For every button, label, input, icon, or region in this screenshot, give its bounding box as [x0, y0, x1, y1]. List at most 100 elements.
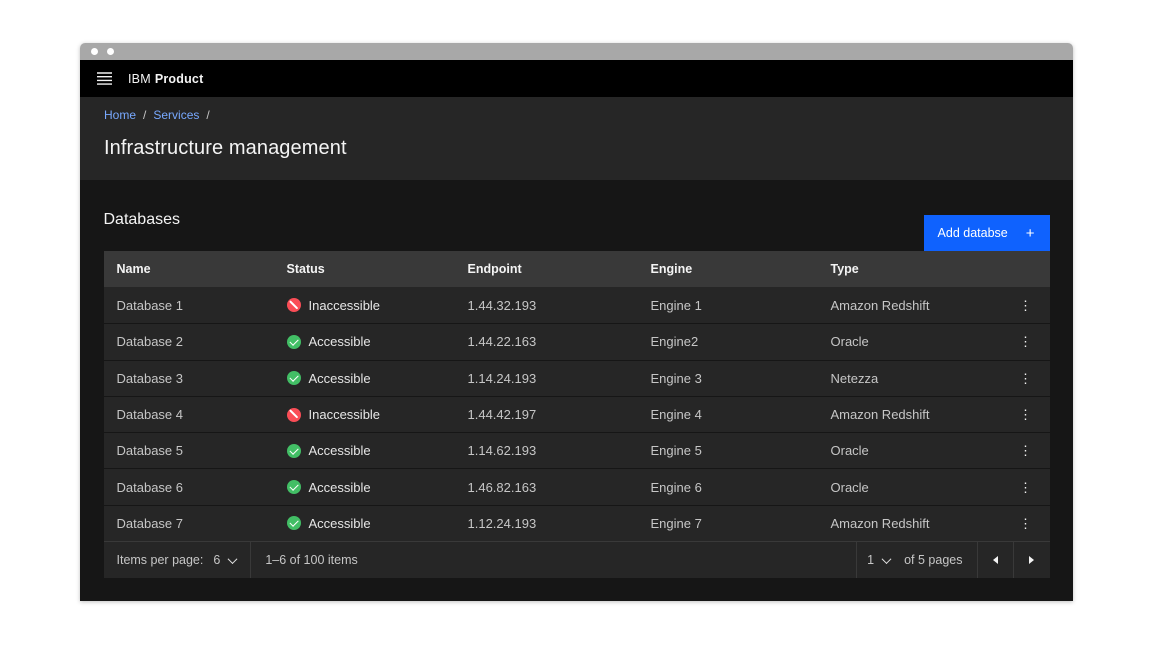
status-label: Accessible — [309, 371, 371, 386]
cell-status: Accessible — [274, 371, 455, 386]
cell-type: Netezza — [818, 371, 1002, 386]
add-database-button-label: Add databse — [938, 226, 1008, 240]
column-header-name[interactable]: Name — [104, 262, 274, 276]
breadcrumb-link-services[interactable]: Services — [153, 108, 199, 122]
overflow-menu-icon: ⋮ — [1019, 408, 1032, 421]
window-control-dot[interactable] — [91, 48, 98, 55]
page-title: Infrastructure management — [104, 137, 1049, 160]
overflow-menu-icon: ⋮ — [1019, 444, 1032, 457]
cell-engine: Engine 7 — [638, 516, 818, 531]
databases-table: Name Status Endpoint Engine Type Databas… — [104, 251, 1050, 541]
status-label: Accessible — [309, 334, 371, 349]
page-number-select[interactable]: 1 — [857, 542, 904, 578]
hamburger-menu-button[interactable] — [80, 60, 128, 97]
window-titlebar — [80, 43, 1073, 60]
misuse-icon — [287, 298, 301, 312]
row-overflow-menu-button[interactable]: ⋮ — [1002, 397, 1050, 432]
pagination-range-text: 1–6 of 100 items — [251, 553, 357, 567]
pagination-bar: Items per page: 6 1–6 of 100 items 1 of … — [104, 541, 1050, 578]
cell-endpoint: 1.14.62.193 — [455, 443, 638, 458]
items-per-page-label: Items per page: — [104, 553, 204, 567]
overflow-menu-icon: ⋮ — [1019, 372, 1032, 385]
cell-status: Accessible — [274, 516, 455, 531]
cell-status: Accessible — [274, 334, 455, 349]
table-row: Database 6 Accessible 1.46.82.163 Engine… — [104, 468, 1050, 504]
table-row: Database 5 Accessible 1.14.62.193 Engine… — [104, 432, 1050, 468]
row-overflow-menu-button[interactable]: ⋮ — [1002, 361, 1050, 396]
overflow-menu-icon: ⋮ — [1019, 335, 1032, 348]
cell-name: Database 5 — [104, 443, 274, 458]
cell-engine: Engine 5 — [638, 443, 818, 458]
breadcrumb-separator: / — [143, 108, 146, 122]
status-label: Inaccessible — [309, 407, 381, 422]
column-header-status[interactable]: Status — [274, 262, 455, 276]
checkmark-filled-icon — [287, 516, 301, 530]
page-hero: Home / Services / Infrastructure managem… — [80, 97, 1073, 180]
section-title: Databases — [104, 211, 181, 229]
cell-status: Accessible — [274, 443, 455, 458]
table-row: Database 7 Accessible 1.12.24.193 Engine… — [104, 505, 1050, 541]
row-overflow-menu-button[interactable]: ⋮ — [1002, 506, 1050, 541]
status-label: Accessible — [309, 443, 371, 458]
chevron-down-icon — [228, 554, 238, 564]
cell-name: Database 1 — [104, 298, 274, 313]
cell-endpoint: 1.44.22.163 — [455, 334, 638, 349]
table-header-row: Name Status Endpoint Engine Type — [104, 251, 1050, 287]
main-content: Databases Add databse + Name Status Endp… — [80, 180, 1073, 601]
cell-type: Amazon Redshift — [818, 407, 1002, 422]
cell-type: Amazon Redshift — [818, 298, 1002, 313]
brand-prefix: IBM — [128, 72, 151, 86]
row-overflow-menu-button[interactable]: ⋮ — [1002, 433, 1050, 468]
overflow-menu-icon: ⋮ — [1019, 517, 1032, 530]
app-header: IBM Product — [80, 60, 1073, 97]
table-row: Database 1 Inaccessible 1.44.32.193 Engi… — [104, 287, 1050, 323]
brand-name: Product — [155, 72, 204, 86]
cell-endpoint: 1.12.24.193 — [455, 516, 638, 531]
cell-name: Database 2 — [104, 334, 274, 349]
table-row: Database 3 Accessible 1.14.24.193 Engine… — [104, 360, 1050, 396]
page-number-value: 1 — [867, 553, 874, 567]
status-label: Accessible — [309, 516, 371, 531]
checkmark-filled-icon — [287, 444, 301, 458]
hamburger-menu-icon — [97, 72, 112, 85]
previous-page-button[interactable] — [978, 542, 1014, 578]
chevron-down-icon — [882, 554, 892, 564]
cell-engine: Engine 1 — [638, 298, 818, 313]
cell-engine: Engine 6 — [638, 480, 818, 495]
row-overflow-menu-button[interactable]: ⋮ — [1002, 287, 1050, 323]
misuse-icon — [287, 408, 301, 422]
cell-endpoint: 1.14.24.193 — [455, 371, 638, 386]
cell-type: Oracle — [818, 480, 1002, 495]
table-body: Database 1 Inaccessible 1.44.32.193 Engi… — [104, 287, 1050, 541]
plus-icon: + — [1026, 225, 1035, 242]
items-per-page-select[interactable]: 6 — [203, 542, 250, 578]
pagination-left: Items per page: 6 1–6 of 100 items — [104, 542, 358, 578]
cell-engine: Engine 3 — [638, 371, 818, 386]
column-header-type[interactable]: Type — [818, 262, 1002, 276]
window-control-dot[interactable] — [107, 48, 114, 55]
cell-type: Oracle — [818, 334, 1002, 349]
row-overflow-menu-button[interactable]: ⋮ — [1002, 324, 1050, 359]
table-toolbar: Databases Add databse + — [104, 180, 1050, 251]
app-window: IBM Product Home / Services / Infrastruct… — [80, 43, 1073, 601]
table-row: Database 4 Inaccessible 1.44.42.197 Engi… — [104, 396, 1050, 432]
cell-engine: Engine 4 — [638, 407, 818, 422]
checkmark-filled-icon — [287, 371, 301, 385]
row-overflow-menu-button[interactable]: ⋮ — [1002, 469, 1050, 504]
column-header-engine[interactable]: Engine — [638, 262, 818, 276]
cell-endpoint: 1.46.82.163 — [455, 480, 638, 495]
overflow-menu-icon: ⋮ — [1019, 299, 1032, 312]
breadcrumb-link-home[interactable]: Home — [104, 108, 136, 122]
cell-status: Accessible — [274, 480, 455, 495]
breadcrumb: Home / Services / — [104, 108, 1049, 122]
next-page-button[interactable] — [1014, 542, 1050, 578]
cell-endpoint: 1.44.32.193 — [455, 298, 638, 313]
column-header-endpoint[interactable]: Endpoint — [455, 262, 638, 276]
add-database-button[interactable]: Add databse + — [924, 215, 1050, 251]
caret-left-icon — [993, 556, 998, 564]
status-label: Inaccessible — [309, 298, 381, 313]
cell-engine: Engine2 — [638, 334, 818, 349]
caret-right-icon — [1029, 556, 1034, 564]
cell-type: Amazon Redshift — [818, 516, 1002, 531]
cell-type: Oracle — [818, 443, 1002, 458]
